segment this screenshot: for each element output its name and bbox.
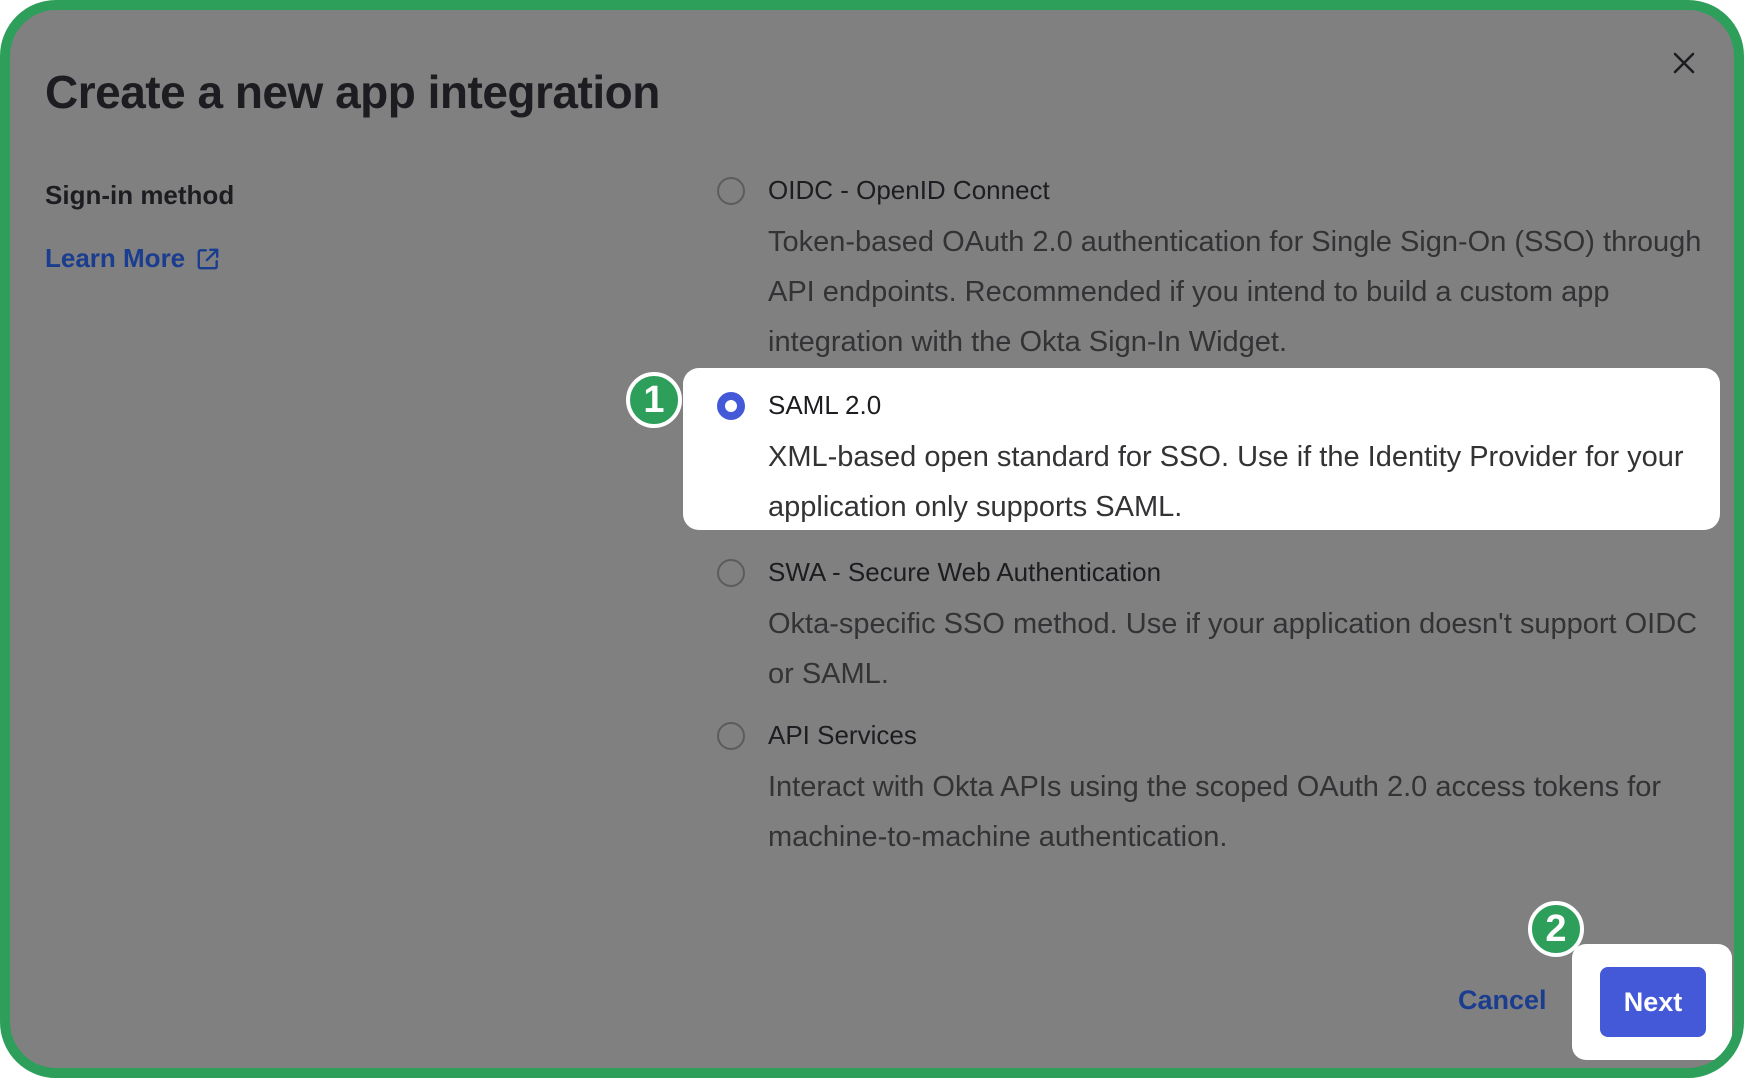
option-saml[interactable]: SAML 2.0 XML-based open standard for SSO… [717,390,1707,523]
option-description: Token-based OAuth 2.0 authentication for… [768,226,1702,358]
sign-in-options: OIDC - OpenID Connect Token-based OAuth … [10,10,1734,1068]
next-button[interactable]: Next [1600,967,1706,1037]
sign-in-method-label: Sign-in method [45,180,235,210]
external-link-icon [197,248,219,269]
learn-more-link[interactable]: Learn More [45,243,221,274]
learn-more-label: Learn More [45,243,186,273]
option-api-services[interactable]: API Services Interact with Okta APIs usi… [717,720,1707,853]
radio-oidc[interactable] [717,177,745,205]
option-title: SAML 2.0 [768,390,882,420]
radio-swa[interactable] [717,559,745,587]
radio-saml[interactable] [717,392,745,420]
close-icon [1673,52,1695,74]
radio-api-services[interactable] [717,722,745,750]
option-title: API Services [768,720,917,750]
step-badge-1: 1 [626,372,682,428]
step-badge-2: 2 [1528,901,1584,957]
option-description: XML-based open standard for SSO. Use if … [768,441,1684,523]
dialog-title: Create a new app integration [45,66,660,118]
option-description: Interact with Okta APIs using the scoped… [768,771,1662,853]
option-title: OIDC - OpenID Connect [768,175,1050,205]
cancel-button[interactable]: Cancel [1458,985,1547,1016]
option-title: SWA - Secure Web Authentication [768,557,1162,587]
option-oidc[interactable]: OIDC - OpenID Connect Token-based OAuth … [717,175,1707,358]
option-swa[interactable]: SWA - Secure Web Authentication Okta-spe… [717,557,1707,690]
option-description: Okta-specific SSO method. Use if your ap… [768,608,1698,690]
dialog-overlay: Create a new app integration Sign-in met… [0,0,1744,1078]
close-button[interactable] [1664,43,1704,83]
